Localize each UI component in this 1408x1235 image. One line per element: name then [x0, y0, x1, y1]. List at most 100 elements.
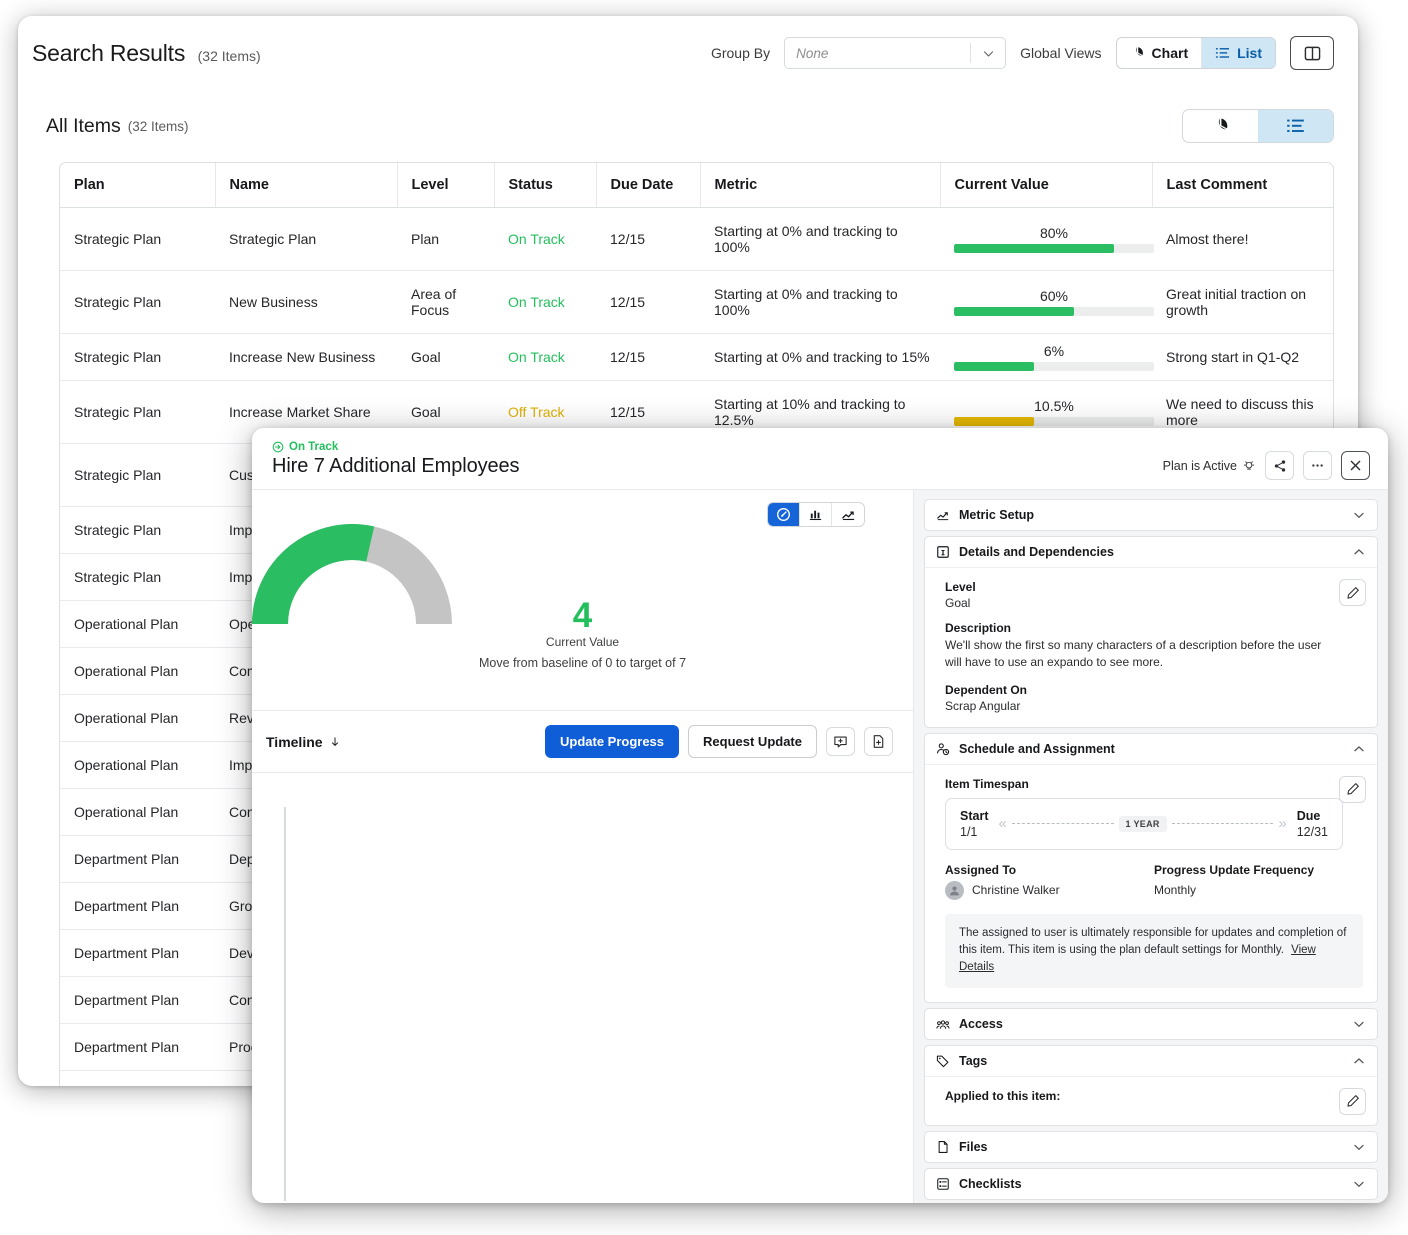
accordion-tags: Tags Applied to this item:: [924, 1045, 1378, 1126]
column-header-name[interactable]: Name: [215, 163, 397, 208]
all-items-title: All Items: [46, 115, 121, 138]
top-bar: Search Results (32 Items) Group By None …: [18, 16, 1358, 90]
people-icon: [936, 1017, 950, 1031]
cell-last-comment: Strong start in Q1-Q2: [1152, 334, 1334, 381]
timespan-start-label: Start: [960, 809, 988, 823]
cell-status: On Track: [494, 208, 596, 271]
tags-applied-label: Applied to this item:: [945, 1089, 1363, 1103]
cell-plan: Operational Plan: [60, 742, 215, 789]
column-header-plan[interactable]: Plan: [60, 163, 215, 208]
cell-plan: Strategic Plan: [60, 271, 215, 334]
update-frequency-block: Progress Update Frequency Monthly: [1154, 863, 1363, 900]
chevron-up-icon: [1352, 1054, 1366, 1068]
accordion-schedule-header[interactable]: Schedule and Assignment: [925, 734, 1377, 764]
accordion-tags-header[interactable]: Tags: [925, 1046, 1377, 1076]
add-comment-button[interactable]: [826, 727, 855, 756]
accordion-details-header[interactable]: Details and Dependencies: [925, 537, 1377, 567]
column-header-current-value[interactable]: Current Value: [940, 163, 1152, 208]
timeline-sort-control[interactable]: Timeline: [266, 734, 341, 750]
assigned-to-label: Assigned To: [945, 863, 1154, 877]
more-options-button[interactable]: [1303, 451, 1332, 480]
cell-current-value: 6%: [940, 334, 1152, 381]
accordion-schedule-body: Item Timespan Start 1/1 « 1 YEAR: [925, 764, 1377, 1002]
close-button[interactable]: [1341, 451, 1370, 480]
timespan-start-value: 1/1: [960, 825, 988, 839]
page-title: Search Results: [32, 40, 185, 66]
table-row[interactable]: Strategic PlanIncrease New BusinessGoalO…: [60, 334, 1334, 381]
modal-side-panel: Metric Setup Details and Dependencies: [914, 490, 1388, 1203]
accordion-access-header[interactable]: Access: [925, 1009, 1377, 1039]
timeline-list: [252, 773, 913, 1201]
table-row[interactable]: Strategic PlanStrategic PlanPlanOn Track…: [60, 208, 1334, 271]
table-row[interactable]: Strategic PlanNew BusinessArea of FocusO…: [60, 271, 1334, 334]
modal-title: Hire 7 Additional Employees: [272, 455, 519, 478]
cell-due-date: 12/15: [596, 334, 700, 381]
timespan-due-label: Due: [1297, 809, 1328, 823]
pie-chart-icon: [1211, 117, 1230, 136]
column-header-metric[interactable]: Metric: [700, 163, 940, 208]
accordion-metric-setup-title: Metric Setup: [959, 508, 1034, 522]
all-items-chart-view-button[interactable]: [1183, 110, 1258, 142]
chevron-up-icon: [1352, 545, 1366, 559]
accordion-access: Access: [924, 1008, 1378, 1040]
gauge-chart: 4 Current Value Move from baseline of 0 …: [252, 520, 913, 635]
timeline-toolbar: Timeline Update Progress Request Update: [252, 711, 913, 773]
column-header-due-date[interactable]: Due Date: [596, 163, 700, 208]
accordion-files-title: Files: [959, 1140, 988, 1154]
accordion-tags-title: Tags: [959, 1054, 987, 1068]
column-header-last-comment[interactable]: Last Comment: [1152, 163, 1334, 208]
view-chart-button[interactable]: Chart: [1117, 38, 1203, 68]
request-update-button[interactable]: Request Update: [688, 725, 817, 758]
timespan-range: « 1 YEAR »: [988, 815, 1296, 832]
edit-details-button[interactable]: [1339, 579, 1366, 606]
cell-name: New Business: [215, 271, 397, 334]
timespan-due-value: 12/31: [1297, 825, 1328, 839]
cell-due-date: 12/15: [596, 208, 700, 271]
column-header-status[interactable]: Status: [494, 163, 596, 208]
edit-schedule-button[interactable]: [1339, 776, 1366, 803]
timespan-dash-left: [1012, 823, 1114, 824]
cell-level: Area of Focus: [397, 271, 494, 334]
cell-plan: Operational Plan: [60, 789, 215, 836]
cell-plan: Operational Plan: [60, 601, 215, 648]
all-items-view-toggle: [1182, 109, 1334, 143]
assigned-to-value-row: Christine Walker: [945, 881, 1154, 900]
accordion-checklists-header[interactable]: Checklists: [925, 1169, 1377, 1199]
progress-bar-track: [954, 362, 1154, 371]
group-by-select[interactable]: None: [784, 37, 1006, 69]
cell-plan: Strategic Plan: [60, 381, 215, 444]
add-file-button[interactable]: [864, 727, 893, 756]
cell-current-value: 80%: [940, 208, 1152, 271]
chevron-down-icon: [1352, 1177, 1366, 1191]
cell-level: Plan: [397, 208, 494, 271]
modal-status-label: On Track: [289, 441, 338, 453]
global-views-label: Global Views: [1020, 45, 1101, 61]
gauge-caption: Current Value: [252, 635, 913, 649]
toggle-side-panel-button[interactable]: [1290, 36, 1334, 70]
all-items-bar: All Items (32 Items): [18, 90, 1358, 154]
accordion-files-header[interactable]: Files: [925, 1132, 1377, 1162]
accordion-access-title: Access: [959, 1017, 1003, 1031]
progress-bar-fill: [954, 362, 1034, 371]
view-list-button[interactable]: List: [1202, 38, 1275, 68]
accordion-metric-setup-header[interactable]: Metric Setup: [925, 500, 1377, 530]
cell-plan: Operational Plan: [60, 695, 215, 742]
column-header-level[interactable]: Level: [397, 163, 494, 208]
cell-plan: Department Plan: [60, 883, 215, 930]
cell-plan: Department Plan: [60, 977, 215, 1024]
page-title-group: Search Results (32 Items): [32, 40, 261, 67]
gauge-current-value: 4: [252, 598, 913, 633]
timeline-rail: [284, 807, 286, 1201]
timespan-dash-right: [1172, 823, 1274, 824]
plan-active-label: Plan is Active: [1163, 459, 1237, 473]
field-description: Description We'll show the first so many…: [945, 621, 1363, 672]
cell-plan: Strategic Plan: [60, 554, 215, 601]
edit-tags-button[interactable]: [1339, 1088, 1366, 1115]
chevron-down-icon[interactable]: [971, 47, 1005, 60]
accordion-checklists-title: Checklists: [959, 1177, 1022, 1191]
all-items-list-view-button[interactable]: [1258, 110, 1333, 142]
share-button[interactable]: [1265, 451, 1294, 480]
panel-layout-icon: [1304, 45, 1321, 62]
list-icon: [1215, 46, 1230, 61]
update-progress-button[interactable]: Update Progress: [545, 725, 679, 758]
